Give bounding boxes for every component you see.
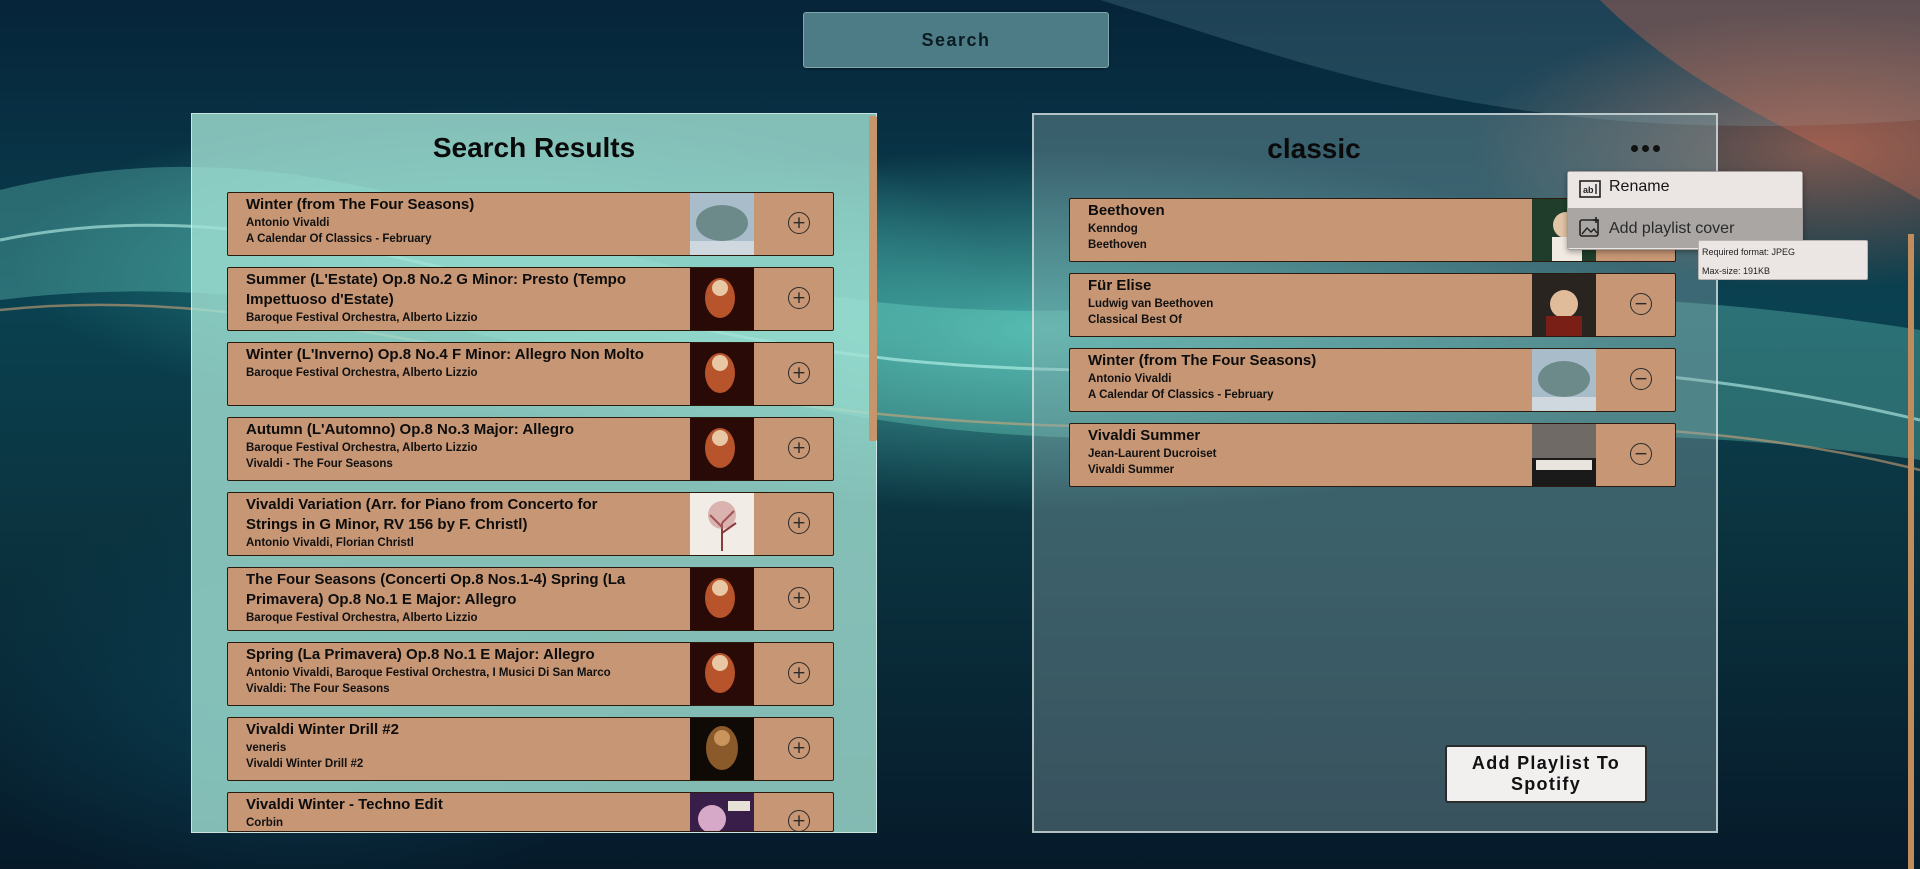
svg-text:ab: ab <box>1583 185 1594 195</box>
search-results-panel: Search Results Winter (from The Four Sea… <box>191 113 877 833</box>
techno-cover <box>690 793 754 831</box>
track-album: Vivaldi Summer <box>1088 464 1175 476</box>
track-title: Spring (La Primavera) Op.8 No.1 E Major:… <box>246 646 595 663</box>
add-icon[interactable]: + <box>788 587 810 609</box>
rename-label: Rename <box>1609 178 1670 195</box>
result-item: Summer (L'Estate) Op.8 No.2 G Minor: Pre… <box>227 267 834 331</box>
add-icon[interactable]: + <box>788 810 810 831</box>
add-icon[interactable]: + <box>788 212 810 234</box>
result-item: Winter (L'Inverno) Op.8 No.4 F Minor: Al… <box>227 342 834 406</box>
vivaldi-cover <box>690 568 754 630</box>
scrollbar-thumb[interactable] <box>869 116 877 441</box>
size-requirement: Max-size: 191KB <box>1702 266 1771 276</box>
track-title: Winter (from The Four Seasons) <box>1088 352 1317 369</box>
add-icon[interactable]: + <box>788 737 810 759</box>
remove-icon[interactable]: − <box>1630 443 1652 465</box>
rename-menu-item[interactable]: ab Rename <box>1568 172 1802 208</box>
add-cover-label: Add playlist cover <box>1609 220 1735 237</box>
more-options-button[interactable] <box>1625 139 1665 157</box>
dot-icon <box>1652 144 1660 152</box>
tree-cover <box>1532 349 1596 411</box>
track-artist: Jean-Laurent Ducroiset <box>1088 448 1217 460</box>
playlist-options-menu: ab Rename Add playlist cover <box>1567 171 1803 250</box>
track-artist: Antonio Vivaldi <box>246 217 330 229</box>
playlist-item: Winter (from The Four Seasons) Antonio V… <box>1069 348 1676 412</box>
vivaldi-cover <box>690 418 754 480</box>
track-artist: Baroque Festival Orchestra, Alberto Lizz… <box>246 612 478 624</box>
result-item: Vivaldi Winter Drill #2 veneris Vivaldi … <box>227 717 834 781</box>
florian-cover <box>690 493 754 555</box>
track-album: Classical Best Of <box>1088 314 1182 326</box>
track-album: Vivaldi: The Four Seasons <box>246 683 390 695</box>
add-icon[interactable]: + <box>788 287 810 309</box>
add-image-icon <box>1579 216 1601 238</box>
result-item: Vivaldi Variation (Arr. for Piano from C… <box>227 492 834 556</box>
track-artist: Kenndog <box>1088 223 1138 235</box>
track-album: A Calendar Of Classics - February <box>1088 389 1274 401</box>
track-artist: Baroque Festival Orchestra, Alberto Lizz… <box>246 312 478 324</box>
vivaldi-cover <box>690 343 754 405</box>
track-title: Vivaldi Variation (Arr. for Piano from C… <box>246 496 598 533</box>
format-requirement: Required format: JPEG <box>1702 247 1796 257</box>
add-icon[interactable]: + <box>788 512 810 534</box>
add-icon[interactable]: + <box>788 437 810 459</box>
result-item: Spring (La Primavera) Op.8 No.1 E Major:… <box>227 642 834 706</box>
track-title: Winter (from The Four Seasons) <box>246 196 475 213</box>
cover-requirements-tooltip: Required format: JPEG Max-size: 191KB <box>1698 240 1868 280</box>
drill-cover <box>690 718 754 780</box>
track-artist: Antonio Vivaldi, Florian Christl <box>246 537 414 549</box>
track-artist: Baroque Festival Orchestra, Alberto Lizz… <box>246 442 478 454</box>
rename-icon: ab <box>1579 178 1601 200</box>
track-artist: Antonio Vivaldi, Baroque Festival Orches… <box>246 667 611 679</box>
track-artist: Corbin <box>246 817 284 829</box>
dot-icon <box>1641 144 1649 152</box>
search-button[interactable]: Search <box>803 12 1109 68</box>
playlist-title: classic <box>1267 133 1361 164</box>
track-artist: Ludwig van Beethoven <box>1088 298 1214 310</box>
track-title: Vivaldi Summer <box>1088 427 1201 444</box>
track-title: Für Elise <box>1088 277 1152 294</box>
tree-cover <box>690 193 754 255</box>
track-title: Summer (L'Estate) Op.8 No.2 G Minor: Pre… <box>246 271 627 308</box>
track-album: A Calendar Of Classics - February <box>246 233 432 245</box>
track-album: Beethoven <box>1088 239 1147 251</box>
playlist-item: Vivaldi Summer Jean-Laurent Ducroiset Vi… <box>1069 423 1676 487</box>
page-scrollbar[interactable] <box>1908 234 1914 869</box>
add-icon[interactable]: + <box>788 362 810 384</box>
add-playlist-to-spotify-button[interactable]: Add Playlist To Spotify <box>1445 745 1647 803</box>
track-title: Beethoven <box>1088 202 1165 219</box>
track-title: Vivaldi Winter Drill #2 <box>246 721 399 738</box>
track-artist: veneris <box>246 742 287 754</box>
track-artist: Antonio Vivaldi <box>1088 373 1172 385</box>
remove-icon[interactable]: − <box>1630 293 1652 315</box>
remove-icon[interactable]: − <box>1630 368 1652 390</box>
track-album: Vivaldi - The Four Seasons <box>246 458 393 470</box>
playlist-item: Für Elise Ludwig van Beethoven Classical… <box>1069 273 1676 337</box>
vivaldi-cover <box>690 268 754 330</box>
beethoven-cover <box>1532 274 1596 336</box>
track-title: Autumn (L'Automno) Op.8 No.3 Major: Alle… <box>246 421 574 438</box>
search-results-title: Search Results <box>432 132 636 163</box>
piano-cover <box>1532 424 1596 486</box>
result-item: Winter (from The Four Seasons) Antonio V… <box>227 192 834 256</box>
track-title: Vivaldi Winter - Techno Edit <box>246 796 443 813</box>
track-artist: Baroque Festival Orchestra, Alberto Lizz… <box>246 367 478 379</box>
result-item: The Four Seasons (Concerti Op.8 Nos.1-4)… <box>227 567 834 631</box>
vivaldi-cover <box>690 643 754 705</box>
add-icon[interactable]: + <box>788 662 810 684</box>
track-album: Vivaldi Winter Drill #2 <box>246 758 364 770</box>
track-title: The Four Seasons (Concerti Op.8 Nos.1-4)… <box>246 571 626 608</box>
dot-icon <box>1630 144 1638 152</box>
track-title: Winter (L'Inverno) Op.8 No.4 F Minor: Al… <box>246 346 644 363</box>
result-item: Autumn (L'Automno) Op.8 No.3 Major: Alle… <box>227 417 834 481</box>
result-item: Vivaldi Winter - Techno Edit Corbin + <box>227 792 834 832</box>
